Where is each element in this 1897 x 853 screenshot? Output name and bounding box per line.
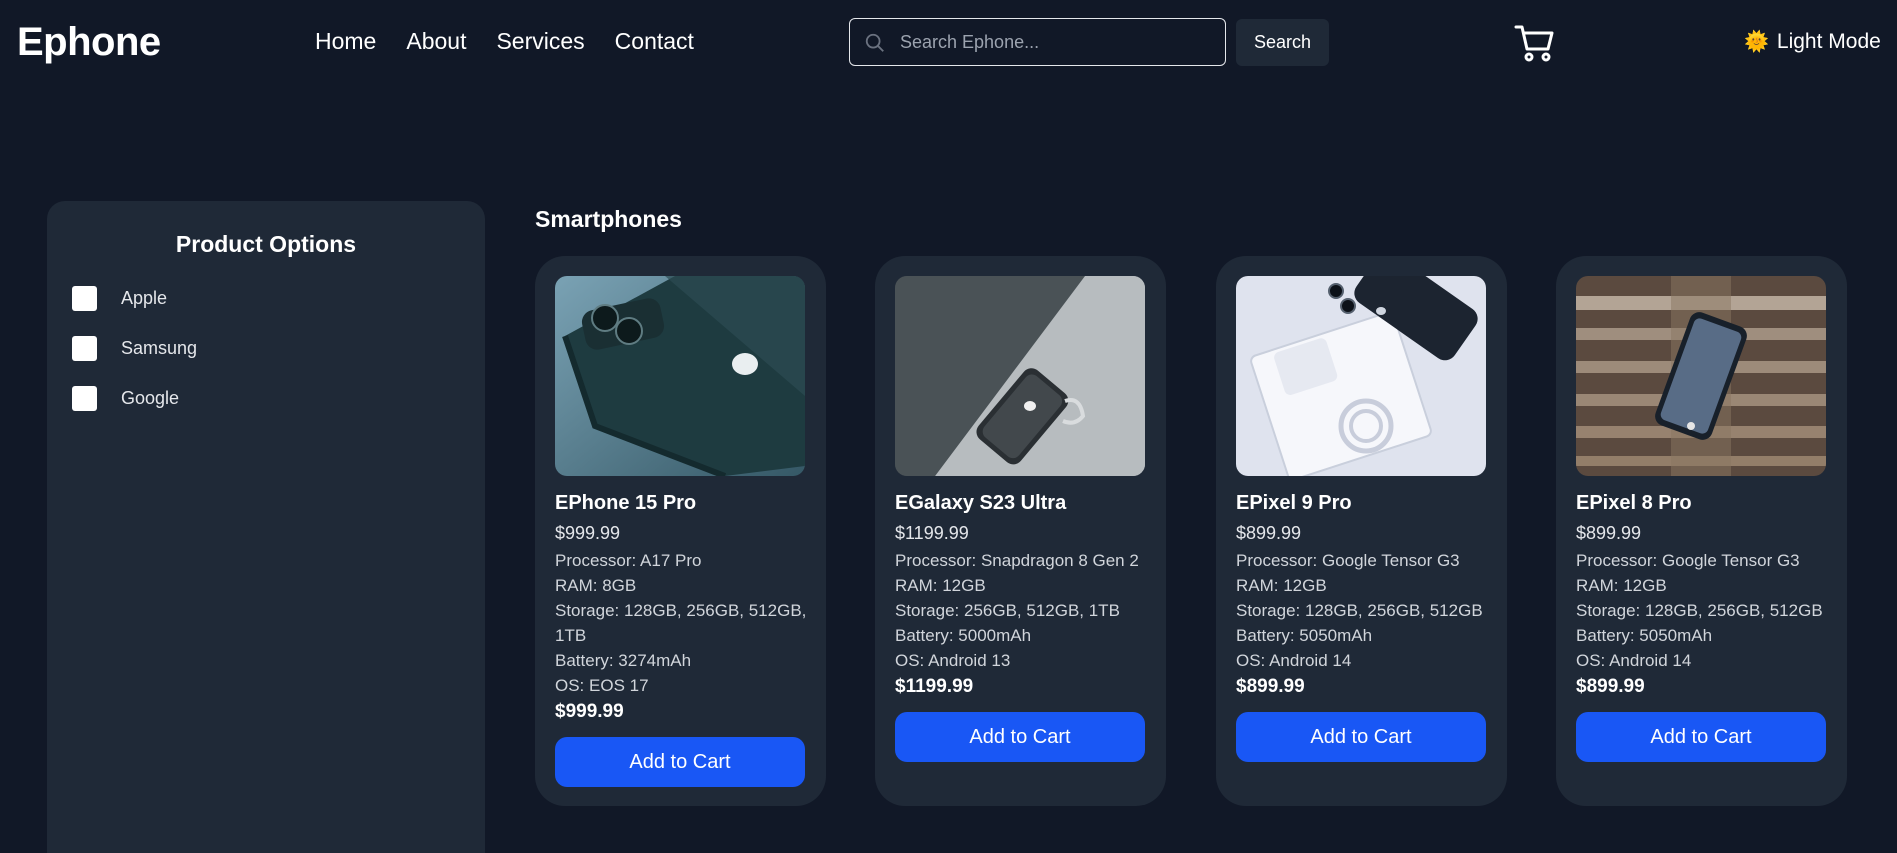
panel-title: Product Options (175, 231, 357, 257)
product-price: $899.99 (1236, 523, 1302, 543)
option-label: Apple (121, 288, 168, 308)
apple-checkbox[interactable] (72, 286, 97, 311)
spec-battery: Battery: 3274mAh (555, 651, 692, 670)
main-nav: Home About Services Contact (315, 28, 694, 55)
product-card: EPhone 15 Pro $999.99 Processor: A17 Pro… (535, 256, 826, 806)
product-price-bold: $999.99 (555, 701, 624, 722)
mode-label: Light Mode (1776, 30, 1881, 53)
spec-os: OS: Android 14 (1236, 651, 1352, 670)
section-title: Smartphones (535, 206, 682, 232)
product-name: EPixel 9 Pro (1236, 492, 1352, 514)
product-price: $999.99 (555, 523, 621, 543)
nav-contact[interactable]: Contact (615, 28, 694, 55)
spec-ram: RAM: 12GB (895, 576, 986, 595)
add-to-cart-button[interactable]: Add to Cart (555, 737, 805, 787)
product-price-bold: $899.99 (1236, 676, 1305, 697)
spec-storage: Storage: 128GB, 256GB, 512GB (1236, 601, 1483, 620)
search-button[interactable]: Search (1236, 19, 1329, 66)
product-info: EGalaxy S23 Ultra $1199.99 Processor: Sn… (895, 488, 1150, 762)
product-card: EPixel 8 Pro $899.99 Processor: Google T… (1556, 256, 1847, 806)
product-info: EPixel 9 Pro $899.99 Processor: Google T… (1236, 488, 1491, 762)
product-price: $899.99 (1576, 523, 1642, 543)
search-input[interactable] (900, 27, 1215, 57)
spec-ram: RAM: 12GB (1236, 576, 1327, 595)
spec-storage: Storage: 128GB, 256GB, 512GB (1576, 601, 1823, 620)
add-to-cart-button[interactable]: Add to Cart (1576, 712, 1826, 762)
spec-storage: Storage: 256GB, 512GB, 1TB (895, 601, 1120, 620)
product-price: $1199.99 (895, 523, 969, 543)
spec-battery: Battery: 5050mAh (1576, 626, 1713, 645)
product-name: EPhone 15 Pro (555, 492, 697, 514)
sun-icon: 🌞 (1744, 31, 1769, 53)
nav-services[interactable]: Services (496, 28, 584, 55)
samsung-checkbox[interactable] (72, 336, 97, 361)
product-name: EGalaxy S23 Ultra (895, 492, 1067, 514)
product-options-panel: Product Options Apple Samsung Google (47, 201, 485, 853)
nav-home[interactable]: Home (315, 28, 376, 55)
cart-icon[interactable] (1514, 22, 1556, 64)
add-to-cart-button[interactable]: Add to Cart (895, 712, 1145, 762)
product-name: EPixel 8 Pro (1576, 492, 1692, 514)
spec-processor: Processor: A17 Pro (555, 551, 702, 570)
spec-processor: Processor: Snapdragon 8 Gen 2 (895, 551, 1139, 570)
option-samsung[interactable]: Samsung (72, 336, 197, 361)
search-icon (865, 33, 884, 52)
search-box (849, 18, 1226, 66)
spec-processor: Processor: Google Tensor G3 (1236, 551, 1460, 570)
google-checkbox[interactable] (72, 386, 97, 411)
option-label: Samsung (121, 338, 198, 358)
option-google[interactable]: Google (72, 386, 179, 411)
spec-storage: Storage: 128GB, 256GB, 512GB, 1TB (555, 601, 807, 645)
spec-ram: RAM: 8GB (555, 576, 637, 595)
light-mode-toggle[interactable]: 🌞 Light Mode (1744, 30, 1881, 54)
spec-battery: Battery: 5050mAh (1236, 626, 1373, 645)
product-image (555, 276, 805, 476)
product-info: EPixel 8 Pro $899.99 Processor: Google T… (1576, 488, 1831, 762)
product-info: EPhone 15 Pro $999.99 Processor: A17 Pro… (555, 488, 810, 787)
add-to-cart-button[interactable]: Add to Cart (1236, 712, 1486, 762)
logo[interactable]: Ephone (17, 20, 161, 65)
option-label: Google (121, 388, 180, 408)
spec-processor: Processor: Google Tensor G3 (1576, 551, 1800, 570)
product-image (1576, 276, 1826, 476)
product-image (895, 276, 1145, 476)
spec-battery: Battery: 5000mAh (895, 626, 1032, 645)
product-card: EPixel 9 Pro $899.99 Processor: Google T… (1216, 256, 1507, 806)
option-apple[interactable]: Apple (72, 286, 167, 311)
header: Ephone Home About Services Contact Searc… (0, 0, 1897, 86)
product-image (1236, 276, 1486, 476)
spec-os: OS: Android 14 (1576, 651, 1692, 670)
product-card: EGalaxy S23 Ultra $1199.99 Processor: Sn… (875, 256, 1166, 806)
nav-about[interactable]: About (406, 28, 466, 55)
product-price-bold: $899.99 (1576, 676, 1645, 697)
spec-ram: RAM: 12GB (1576, 576, 1667, 595)
spec-os: OS: Android 13 (895, 651, 1011, 670)
spec-os: OS: EOS 17 (555, 676, 649, 695)
product-price-bold: $1199.99 (895, 676, 974, 697)
